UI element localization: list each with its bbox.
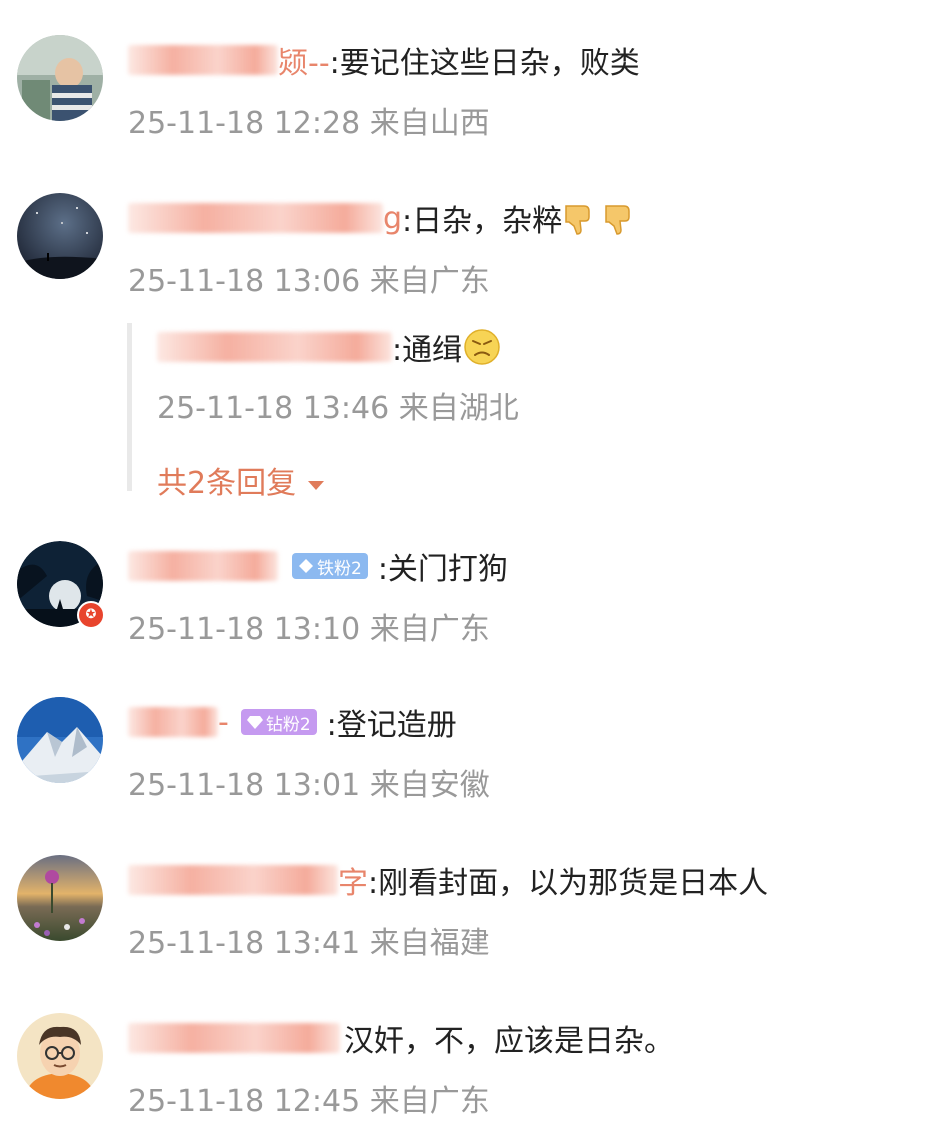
username-blurred[interactable] [128, 1023, 340, 1053]
reply-line: :通缉 [157, 325, 502, 369]
verified-badge-icon: ✪ [77, 601, 105, 629]
username-blurred[interactable] [128, 45, 278, 75]
comment-line: - 钻粉2 :登记造册 [128, 700, 457, 744]
username-tail[interactable]: g [383, 201, 402, 236]
comment-meta: 25-11-18 13:01 来自安徽 [128, 760, 490, 804]
comment-time: 25-11-18 13:06 [128, 264, 361, 299]
comment-text: :登记造册 [326, 708, 457, 743]
comment-text: 汉奸，不，应该是日杂。 [344, 1024, 674, 1059]
comment-line: 铁粉2 :关门打狗 [128, 544, 508, 588]
comment-meta: 25-11-18 12:45 来自广东 [128, 1076, 490, 1120]
comment-line: g :日杂，杂粹 [128, 196, 642, 240]
username-tail[interactable]: - [218, 705, 229, 740]
comment-location: 来自广东 [369, 264, 490, 299]
comment-time: 25-11-18 13:41 [128, 926, 361, 961]
comment-meta: 25-11-18 13:41 来自福建 [128, 918, 490, 962]
flower-field-avatar [17, 855, 103, 941]
username-blurred[interactable] [128, 865, 338, 895]
comment-text: :要记住这些日杂，败类 [329, 46, 640, 81]
reply-location: 来自湖北 [398, 391, 519, 426]
fan-badge-label: 铁粉2 [317, 558, 362, 579]
comment-location: 来自广东 [369, 612, 490, 647]
comment-time: 25-11-18 13:10 [128, 612, 361, 647]
avatar[interactable] [17, 855, 103, 941]
fan-badge-label: 钻粉2 [265, 714, 311, 735]
thumbs-down-emoji [605, 205, 630, 235]
cartoon-man-avatar [17, 1013, 103, 1099]
comment-text: :刚看封面，以为那货是日本人 [368, 866, 769, 901]
reply-text: :通缉 [392, 333, 463, 368]
username-tail[interactable]: 字 [338, 858, 368, 902]
fan-badge[interactable]: 钻粉2 [240, 709, 317, 735]
more-replies-label[interactable]: 共2条回复 [157, 466, 296, 501]
avatar[interactable] [17, 193, 103, 279]
reply-meta: 25-11-18 13:46 来自湖北 [157, 383, 519, 427]
comment-line: 字 :刚看封面，以为那货是日本人 [128, 858, 768, 902]
comment-meta: 25-11-18 13:06 来自广东 [128, 256, 490, 300]
reply-username-blurred[interactable] [157, 332, 392, 362]
child-photo-avatar [17, 35, 103, 121]
username-blurred[interactable] [128, 551, 278, 581]
comment-location: 来自福建 [369, 926, 490, 961]
reply-block: :通缉 25-11-18 13:46 来自湖北 共2条回复 [127, 323, 832, 501]
gem-icon [246, 716, 263, 729]
avatar[interactable] [17, 35, 103, 121]
angry-face-emoji [464, 329, 500, 365]
snow-mountain-avatar [17, 697, 103, 783]
night-sky-avatar [17, 193, 103, 279]
avatar[interactable] [17, 697, 103, 783]
comment-time: 25-11-18 12:45 [128, 1084, 361, 1119]
username-blurred[interactable] [128, 707, 218, 737]
fan-badge[interactable]: 铁粉2 [292, 553, 368, 579]
comment-time: 25-11-18 13:01 [128, 768, 361, 803]
comment-location: 来自山西 [369, 106, 490, 141]
comment-line: 颎-- :要记住这些日杂，败类 [128, 38, 640, 82]
avatar[interactable]: ✪ [17, 541, 105, 629]
more-replies-link[interactable]: 共2条回复 [157, 458, 326, 502]
comment-location: 来自安徽 [369, 768, 490, 803]
comment-meta: 25-11-18 12:28 来自山西 [128, 98, 490, 142]
comment-text: :关门打狗 [377, 552, 508, 587]
caret-down-icon [307, 480, 324, 490]
comment-text: :日杂，杂粹 [402, 204, 563, 239]
username-blurred[interactable] [128, 203, 383, 233]
diamond-icon [299, 559, 313, 573]
username-tail[interactable]: 颎-- [278, 38, 330, 82]
reply-time: 25-11-18 13:46 [157, 391, 390, 426]
comment-meta: 25-11-18 13:10 来自广东 [128, 604, 490, 648]
avatar[interactable] [17, 1013, 103, 1099]
comment-location: 来自广东 [369, 1084, 490, 1119]
comment-line: 汉奸，不，应该是日杂。 [128, 1016, 674, 1060]
thumbs-down-emoji [565, 205, 590, 235]
comment-time: 25-11-18 12:28 [128, 106, 361, 141]
